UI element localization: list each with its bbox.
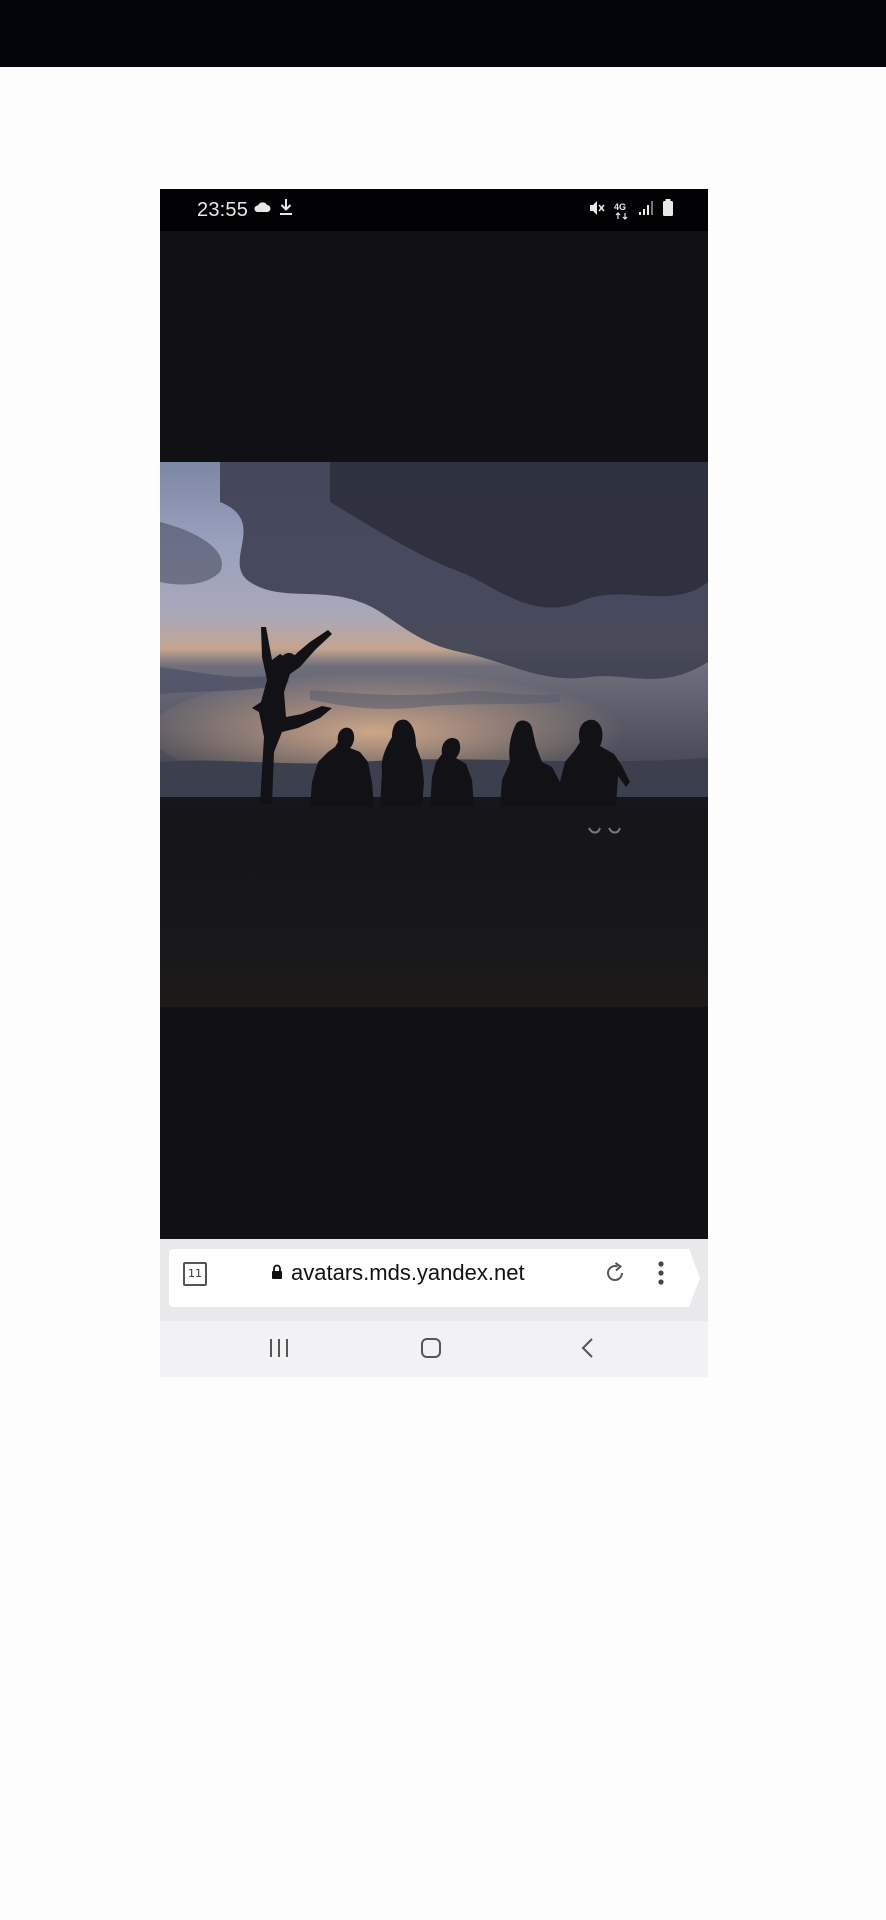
network-type-label: 4G <box>614 201 627 212</box>
url-display[interactable]: avatars.mds.yandex.net <box>271 1259 525 1287</box>
photo-silhouettes-at-dusk[interactable] <box>160 462 708 1007</box>
status-bar: 23:55 4G <box>160 189 708 231</box>
signal-icon <box>638 200 654 221</box>
home-icon[interactable] <box>419 1337 443 1364</box>
reload-icon[interactable] <box>602 1260 628 1291</box>
url-text: avatars.mds.yandex.net <box>291 1260 525 1285</box>
url-field-tip <box>689 1249 700 1307</box>
image-viewer <box>160 231 708 1312</box>
cloud-icon <box>253 200 271 219</box>
network-4g-icon: 4G <box>614 202 630 220</box>
tabs-icon[interactable]: 11 <box>183 1262 207 1286</box>
battery-icon <box>662 199 674 222</box>
status-left-icons <box>253 198 293 221</box>
back-icon[interactable] <box>577 1337 601 1364</box>
menu-icon[interactable] <box>656 1260 666 1291</box>
recents-icon[interactable] <box>267 1337 291 1364</box>
tab-count-label: 11 <box>188 1267 202 1280</box>
lock-icon <box>271 1259 283 1287</box>
phone-screen: 23:55 4G 11 avatars.mds.yandex.net <box>160 189 708 1377</box>
top-black-bar <box>0 0 886 67</box>
android-nav-bar <box>160 1321 708 1377</box>
status-time: 23:55 <box>197 199 249 221</box>
mute-icon <box>588 199 606 222</box>
browser-address-bar: 11 avatars.mds.yandex.net <box>160 1239 708 1321</box>
download-icon <box>279 198 293 221</box>
status-right-icons: 4G <box>588 199 674 222</box>
